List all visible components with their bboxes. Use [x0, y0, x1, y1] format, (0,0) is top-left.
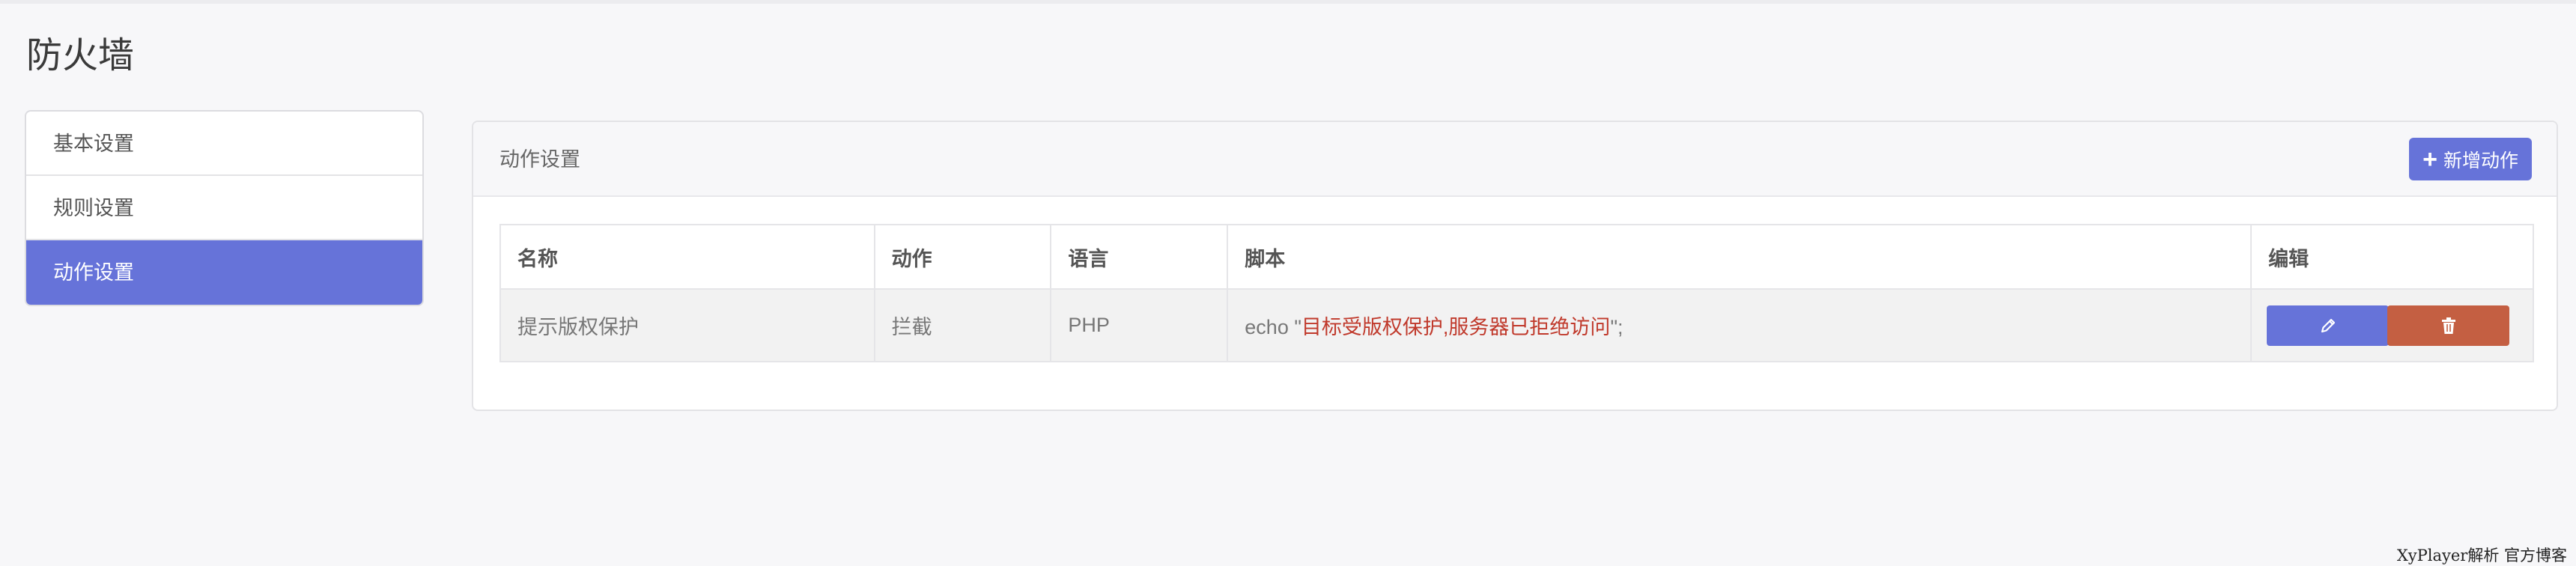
script-string: 目标受版权保护,服务器已拒绝访问: [1301, 316, 1611, 338]
add-action-label: 新增动作: [2443, 150, 2518, 171]
plus-icon: +: [2422, 144, 2437, 174]
script-suffix: ";: [1610, 316, 1623, 338]
sidebar-item-action-settings[interactable]: 动作设置: [26, 240, 422, 305]
cell-name: 提示版权保护: [499, 288, 875, 362]
delete-button[interactable]: [2387, 305, 2510, 346]
page-title: 防火墙: [26, 36, 135, 76]
column-header-name: 名称: [499, 224, 875, 290]
column-header-edit: 编辑: [2250, 224, 2534, 290]
column-header-language: 语言: [1050, 224, 1229, 290]
cell-edit-actions: [2250, 288, 2534, 362]
settings-sidebar: 基本设置 规则设置 动作设置: [25, 110, 424, 306]
edit-button[interactable]: [2267, 305, 2390, 346]
trash-icon: [2441, 317, 2455, 334]
column-header-action: 动作: [873, 224, 1052, 290]
cell-script: echo "目标受版权保护,服务器已拒绝访问";: [1227, 288, 2253, 362]
script-prefix: echo ": [1245, 316, 1301, 338]
sidebar-item-rule-settings[interactable]: 规则设置: [26, 176, 422, 240]
action-settings-panel: 动作设置 + 新增动作 名称 动作 语言 脚本 编辑 提示版权保护 拦截 PHP…: [472, 121, 2558, 411]
cell-action: 拦截: [873, 288, 1052, 362]
footer-watermark: XyPlayer解析 官方博客: [2396, 547, 2567, 565]
pencil-icon: [2321, 318, 2335, 332]
table-header-row: 名称 动作 语言 脚本 编辑: [499, 224, 2534, 290]
panel-header: 动作设置 + 新增动作: [473, 122, 2557, 197]
actions-table: 名称 动作 语言 脚本 编辑 提示版权保护 拦截 PHP echo "目标受版权…: [499, 224, 2534, 362]
top-border: [0, 0, 2576, 4]
table-row: 提示版权保护 拦截 PHP echo "目标受版权保护,服务器已拒绝访问";: [499, 288, 2534, 362]
cell-language: PHP: [1050, 288, 1229, 362]
panel-title: 动作设置: [499, 148, 580, 171]
add-action-button[interactable]: + 新增动作: [2409, 138, 2532, 180]
sidebar-item-basic-settings[interactable]: 基本设置: [26, 112, 422, 176]
column-header-script: 脚本: [1227, 224, 2253, 290]
